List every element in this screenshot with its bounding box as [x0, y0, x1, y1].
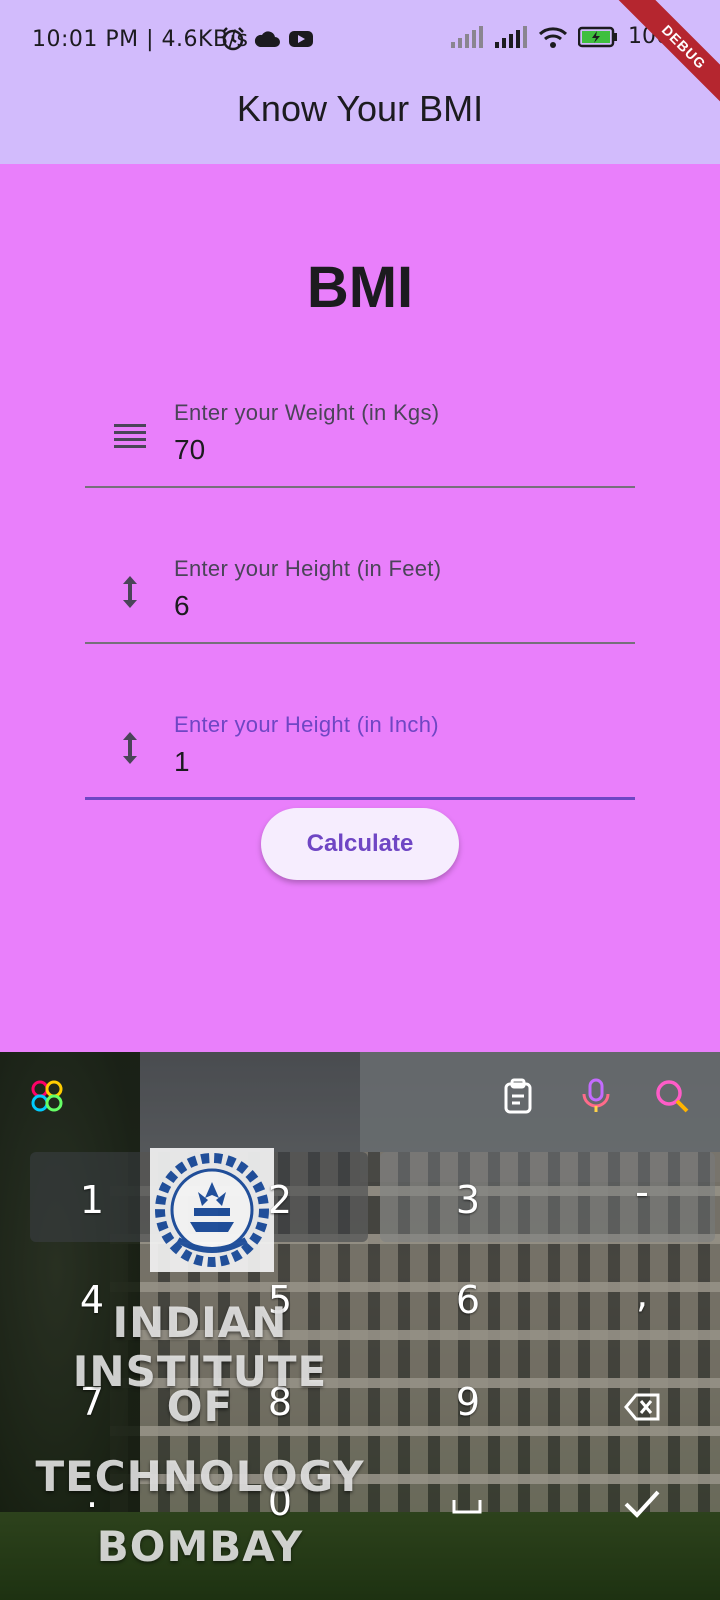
key-2[interactable]: 2 [250, 1178, 310, 1222]
weight-field-value[interactable]: 70 [174, 434, 205, 466]
watermark-line: OF [166, 1382, 234, 1431]
height-icon [123, 576, 137, 608]
backspace-icon[interactable] [624, 1392, 662, 1422]
weight-field[interactable]: Enter your Weight (in Kgs) 70 [85, 392, 635, 488]
status-time-speed: 10:01 PM | 4.6KB/s [32, 27, 249, 52]
height-feet-field-label: Enter your Height (in Feet) [174, 556, 442, 581]
wifi-icon [538, 26, 568, 48]
signal-icon [495, 25, 527, 48]
numeric-keyboard: 1 2 3 - 4 5 6 , 7 8 9 . 0 INDIAN INSTITU… [0, 1052, 720, 1600]
status-notification-icons [220, 26, 314, 52]
search-icon[interactable] [652, 1076, 692, 1116]
app-title: Know Your BMI [236, 88, 484, 129]
key-9[interactable]: 9 [438, 1380, 498, 1424]
height-feet-field[interactable]: Enter your Height (in Feet) 6 [85, 548, 635, 644]
calculate-button[interactable]: Calculate [261, 808, 459, 880]
weight-icon [114, 424, 146, 448]
status-bar: 10:01 PM | 4.6KB/s 100 [0, 0, 720, 80]
height-feet-field-value[interactable]: 6 [174, 590, 190, 622]
watermark-line: BOMBAY [96, 1522, 304, 1571]
height-inch-field-label: Enter your Height (in Inch) [174, 712, 439, 737]
key-6[interactable]: 6 [438, 1278, 498, 1322]
height-icon [123, 732, 137, 764]
signal-icon [451, 25, 483, 48]
status-system-icons: 100 [450, 24, 670, 49]
keyboard-menu-icon[interactable] [27, 1076, 67, 1116]
key-1[interactable]: 1 [62, 1178, 122, 1222]
height-inch-field[interactable]: Enter your Height (in Inch) 1 [85, 704, 635, 800]
enter-check-icon[interactable] [622, 1488, 662, 1520]
youtube-icon [289, 31, 313, 47]
cloud-icon [254, 31, 280, 47]
alarm-icon [222, 27, 244, 51]
weight-field-label: Enter your Weight (in Kgs) [174, 400, 440, 425]
battery-icon [578, 26, 617, 47]
clipboard-icon[interactable] [498, 1076, 538, 1116]
app-bar: 10:01 PM | 4.6KB/s 100 DEBUG Know Your B… [0, 0, 720, 164]
space-icon[interactable] [452, 1498, 482, 1514]
key-comma[interactable]: , [612, 1272, 672, 1316]
microphone-icon[interactable] [576, 1076, 616, 1116]
height-inch-field-value[interactable]: 1 [174, 746, 190, 778]
key-3[interactable]: 3 [438, 1178, 498, 1222]
page-heading: BMI [306, 255, 414, 320]
key-dash[interactable]: - [612, 1170, 672, 1214]
watermark-line: TECHNOLOGY [35, 1452, 365, 1501]
